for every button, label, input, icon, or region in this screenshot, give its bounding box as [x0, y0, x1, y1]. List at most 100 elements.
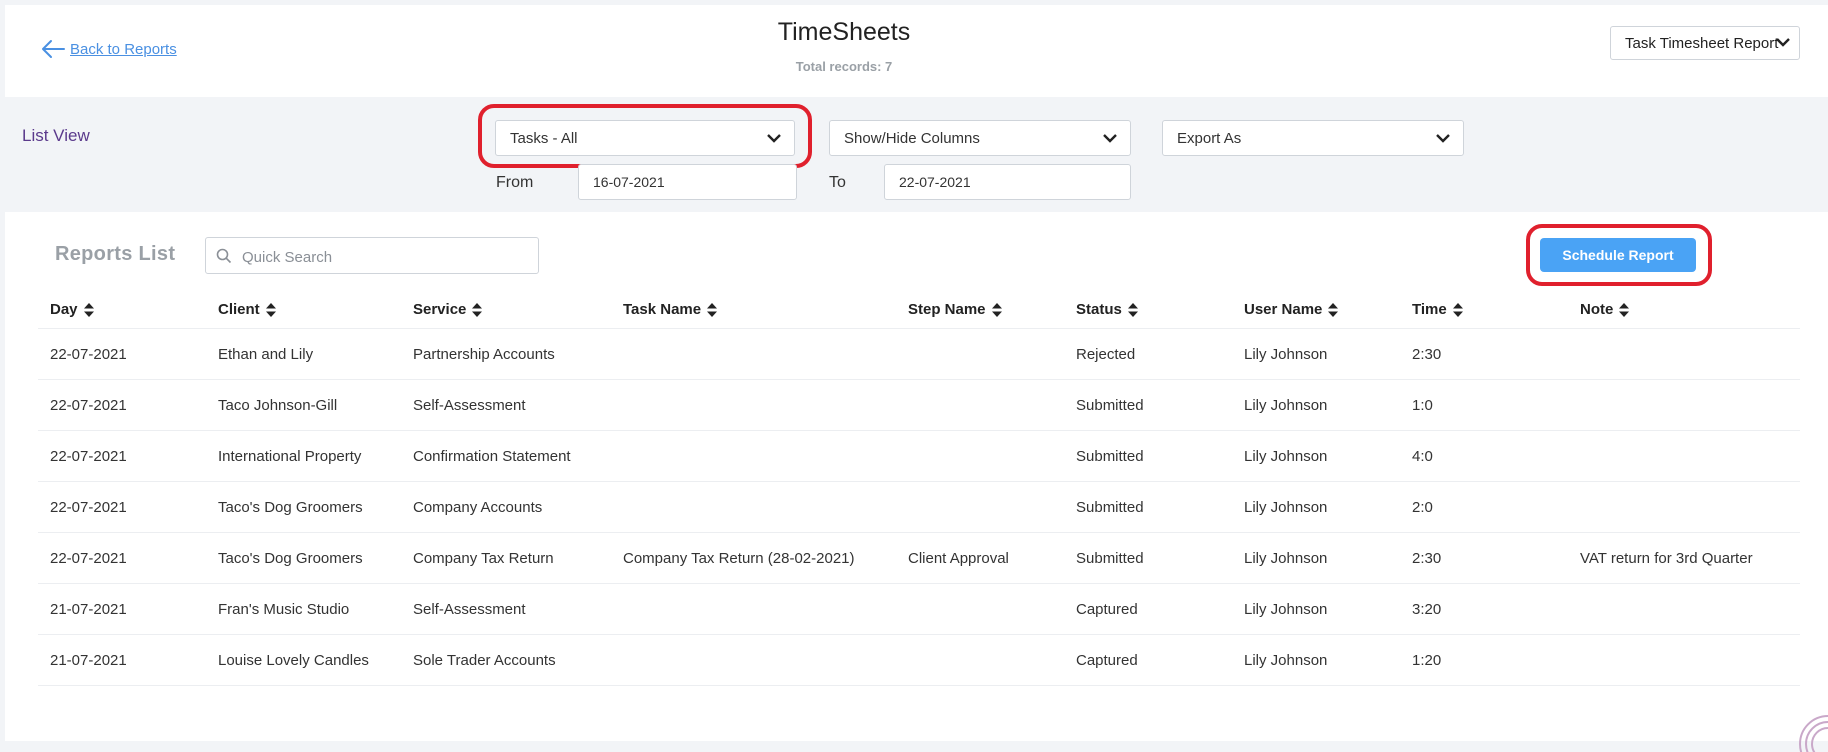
cell-task-name: [611, 583, 896, 635]
cell-note: [1568, 481, 1800, 533]
sort-icon[interactable]: [472, 302, 483, 317]
cell-note: VAT return for 3rd Quarter: [1568, 532, 1800, 584]
sort-icon[interactable]: [83, 302, 94, 317]
column-header-label: Time: [1412, 300, 1447, 318]
cell-client: International Property: [206, 430, 401, 482]
table-row[interactable]: 22-07-2021 Taco Johnson-Gill Self-Assessme…: [38, 379, 1800, 431]
export-as-dropdown[interactable]: Export As: [1162, 120, 1464, 156]
quick-search-input[interactable]: [240, 244, 534, 270]
reports-list-title: Reports List: [55, 243, 176, 265]
cell-service: Self-Assessment: [401, 379, 611, 431]
column-header-time[interactable]: Time: [1400, 290, 1568, 329]
sort-icon[interactable]: [1127, 302, 1138, 317]
cell-day: 22-07-2021: [38, 532, 206, 584]
report-type-value: Task Timesheet Report: [1625, 35, 1779, 52]
column-header-label: Service: [413, 300, 467, 318]
cell-step-name: [896, 430, 1064, 482]
cell-day: 21-07-2021: [38, 583, 206, 635]
column-header-note[interactable]: Note: [1568, 290, 1800, 329]
cell-time: 3:20: [1400, 583, 1568, 635]
column-header-client[interactable]: Client: [206, 290, 401, 329]
sort-icon[interactable]: [707, 302, 718, 317]
search-icon: [216, 248, 232, 264]
table-row[interactable]: 22-07-2021 International Property Confirma…: [38, 430, 1800, 482]
column-header-label: Note: [1580, 300, 1614, 318]
column-header-day[interactable]: Day: [38, 290, 206, 329]
tasks-filter-dropdown[interactable]: Tasks - All: [495, 120, 795, 156]
cell-task-name: [611, 379, 896, 431]
cell-note: [1568, 328, 1800, 380]
schedule-report-button[interactable]: Schedule Report: [1540, 238, 1696, 272]
cell-client: Fran's Music Studio: [206, 583, 401, 635]
column-header-label: Task Name: [623, 300, 702, 318]
column-header-task-name[interactable]: Task Name: [611, 290, 896, 329]
column-header-step-name[interactable]: Step Name: [896, 290, 1064, 329]
cell-service: Sole Trader Accounts: [401, 634, 611, 686]
cell-note: [1568, 583, 1800, 635]
column-header-service[interactable]: Service: [401, 290, 611, 329]
table-row[interactable]: 22-07-2021 Ethan and Lily Partnership Acco…: [38, 328, 1800, 380]
cell-service: Partnership Accounts: [401, 328, 611, 380]
cell-step-name: [896, 379, 1064, 431]
report-type-select[interactable]: Task Timesheet Report: [1610, 26, 1800, 60]
cell-status: Submitted: [1064, 379, 1232, 431]
show-hide-columns-dropdown[interactable]: Show/Hide Columns: [829, 120, 1131, 156]
chevron-down-icon: [1435, 132, 1451, 144]
cell-time: 1:20: [1400, 634, 1568, 686]
cell-status: Submitted: [1064, 532, 1232, 584]
column-header-status[interactable]: Status: [1064, 290, 1232, 329]
from-date-input[interactable]: 16-07-2021: [578, 164, 797, 200]
column-header-label: Status: [1076, 300, 1122, 318]
cell-step-name: Client Approval: [896, 532, 1064, 584]
cell-user-name: Lily Johnson: [1232, 634, 1400, 686]
cell-step-name: [896, 634, 1064, 686]
column-header-label: Step Name: [908, 300, 986, 318]
cell-task-name: [611, 328, 896, 380]
cell-step-name: [896, 583, 1064, 635]
table-row[interactable]: 21-07-2021 Fran's Music Studio Self-Assess…: [38, 583, 1800, 635]
cell-service: Self-Assessment: [401, 583, 611, 635]
cell-task-name: [611, 481, 896, 533]
cell-user-name: Lily Johnson: [1232, 532, 1400, 584]
cell-time: 2:0: [1400, 481, 1568, 533]
cell-time: 2:30: [1400, 328, 1568, 380]
cell-day: 22-07-2021: [38, 481, 206, 533]
table-header-row: Day Client Service Task Name Step Name Status…: [38, 290, 1800, 329]
reports-table: Day Client Service Task Name Step Name Status…: [38, 290, 1800, 686]
cell-service: Company Tax Return: [401, 532, 611, 584]
from-label: From: [496, 174, 534, 191]
cell-task-name: [611, 634, 896, 686]
cell-user-name: Lily Johnson: [1232, 481, 1400, 533]
cell-note: [1568, 379, 1800, 431]
cell-client: Taco's Dog Groomers: [206, 532, 401, 584]
to-label: To: [829, 174, 846, 191]
cell-step-name: [896, 328, 1064, 380]
cell-task-name: Company Tax Return (28-02-2021): [611, 532, 896, 584]
sort-icon[interactable]: [1452, 302, 1463, 317]
cell-user-name: Lily Johnson: [1232, 430, 1400, 482]
cell-status: Captured: [1064, 583, 1232, 635]
cell-time: 4:0: [1400, 430, 1568, 482]
chevron-down-icon: [766, 132, 782, 144]
table-row[interactable]: 22-07-2021 Taco's Dog Groomers Company Tax…: [38, 532, 1800, 584]
to-date-input[interactable]: 22-07-2021: [884, 164, 1131, 200]
cell-status: Rejected: [1064, 328, 1232, 380]
table-row[interactable]: 22-07-2021 Taco's Dog Groomers Company Acc…: [38, 481, 1800, 533]
cell-task-name: [611, 430, 896, 482]
sort-icon[interactable]: [991, 302, 1002, 317]
cell-time: 1:0: [1400, 379, 1568, 431]
cell-day: 21-07-2021: [38, 634, 206, 686]
sort-icon[interactable]: [265, 302, 276, 317]
cell-client: Taco's Dog Groomers: [206, 481, 401, 533]
cell-client: Taco Johnson-Gill: [206, 379, 401, 431]
sort-icon[interactable]: [1328, 302, 1339, 317]
column-header-label: User Name: [1244, 300, 1323, 318]
sort-icon[interactable]: [1619, 302, 1630, 317]
chevron-down-icon: [1102, 132, 1118, 144]
quick-search-box[interactable]: [205, 237, 539, 274]
export-as-label: Export As: [1177, 130, 1242, 147]
cell-note: [1568, 634, 1800, 686]
column-header-user-name[interactable]: User Name: [1232, 290, 1400, 329]
cell-user-name: Lily Johnson: [1232, 379, 1400, 431]
table-row[interactable]: 21-07-2021 Louise Lovely Candles Sole Trad…: [38, 634, 1800, 686]
